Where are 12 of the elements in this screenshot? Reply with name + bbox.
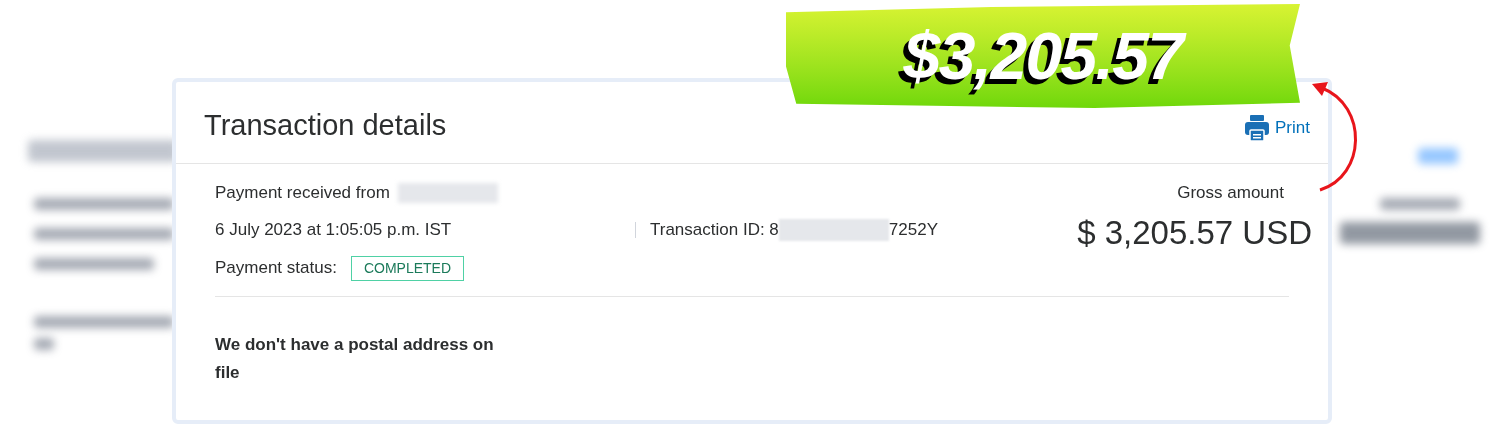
card-title: Transaction details: [204, 107, 447, 143]
address-note: We don't have a postal address on file: [215, 334, 495, 384]
status-badge: COMPLETED: [350, 255, 464, 281]
transaction-date: 6 July 2023 at 1:05:05 p.m. IST: [215, 219, 453, 242]
gross-amount-label: Gross amount: [1177, 182, 1284, 204]
received-from-label: Payment received from: [215, 182, 390, 205]
payment-status-label: Payment status:: [215, 257, 337, 280]
printer-icon: [1245, 114, 1270, 141]
transaction-id-end: 7252Y: [888, 219, 938, 242]
print-link[interactable]: Print: [1245, 114, 1310, 141]
transaction-id-label: Transaction ID: 8: [650, 219, 779, 242]
gross-amount: $ 3,205.57 USD: [1077, 212, 1312, 253]
